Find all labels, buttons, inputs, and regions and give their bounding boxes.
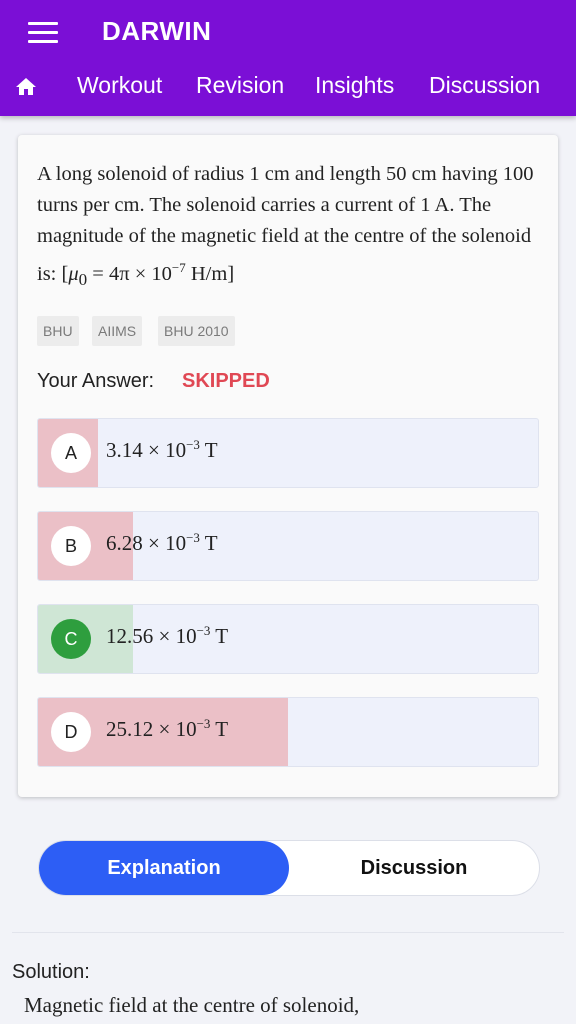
explanation-tab[interactable]: Explanation bbox=[39, 841, 289, 895]
solution-text: Magnetic field at the centre of solenoid… bbox=[24, 993, 360, 1017]
tab-revision[interactable]: Revision bbox=[196, 72, 284, 99]
discussion-tab[interactable]: Discussion bbox=[289, 841, 539, 895]
tab-insights[interactable]: Insights bbox=[315, 72, 394, 99]
hamburger-menu-icon[interactable] bbox=[28, 22, 58, 44]
app-bar: DARWIN Workout Revision Insights Discuss… bbox=[0, 0, 576, 116]
option-d-text: 25.12 × 10−3 T bbox=[106, 716, 229, 741]
option-c-text: 12.56 × 10−3 T bbox=[106, 623, 229, 648]
option-b-text: 6.28 × 10−3 T bbox=[106, 530, 218, 555]
tag-bhu-2010: BHU 2010 bbox=[158, 316, 235, 346]
divider bbox=[12, 932, 564, 933]
tag-aiims: AIIMS bbox=[92, 316, 143, 346]
option-d[interactable]: D 25.12 × 10−3 T bbox=[37, 697, 539, 767]
option-a-letter: A bbox=[51, 433, 91, 473]
solution-heading: Solution: bbox=[12, 961, 90, 983]
home-icon[interactable] bbox=[14, 75, 38, 99]
your-answer-label: Your Answer: bbox=[37, 370, 155, 392]
tab-discussion[interactable]: Discussion bbox=[429, 72, 540, 99]
question-card: A long solenoid of radius 1 cm and lengt… bbox=[18, 135, 558, 797]
option-b[interactable]: B 6.28 × 10−3 T bbox=[37, 511, 539, 581]
option-c[interactable]: C 12.56 × 10−3 T bbox=[37, 604, 539, 674]
tab-workout[interactable]: Workout bbox=[77, 72, 162, 99]
option-d-letter: D bbox=[51, 712, 91, 752]
option-a[interactable]: A 3.14 × 10−3 T bbox=[37, 418, 539, 488]
app-title: DARWIN bbox=[102, 16, 212, 46]
explanation-discussion-toggle: Explanation Discussion bbox=[38, 840, 540, 896]
tag-bhu: BHU bbox=[37, 316, 79, 346]
option-b-letter: B bbox=[51, 526, 91, 566]
question-text: A long solenoid of radius 1 cm and lengt… bbox=[37, 163, 534, 289]
your-answer-value: SKIPPED bbox=[182, 370, 270, 392]
option-c-letter: C bbox=[51, 619, 91, 659]
option-a-text: 3.14 × 10−3 T bbox=[106, 437, 218, 462]
